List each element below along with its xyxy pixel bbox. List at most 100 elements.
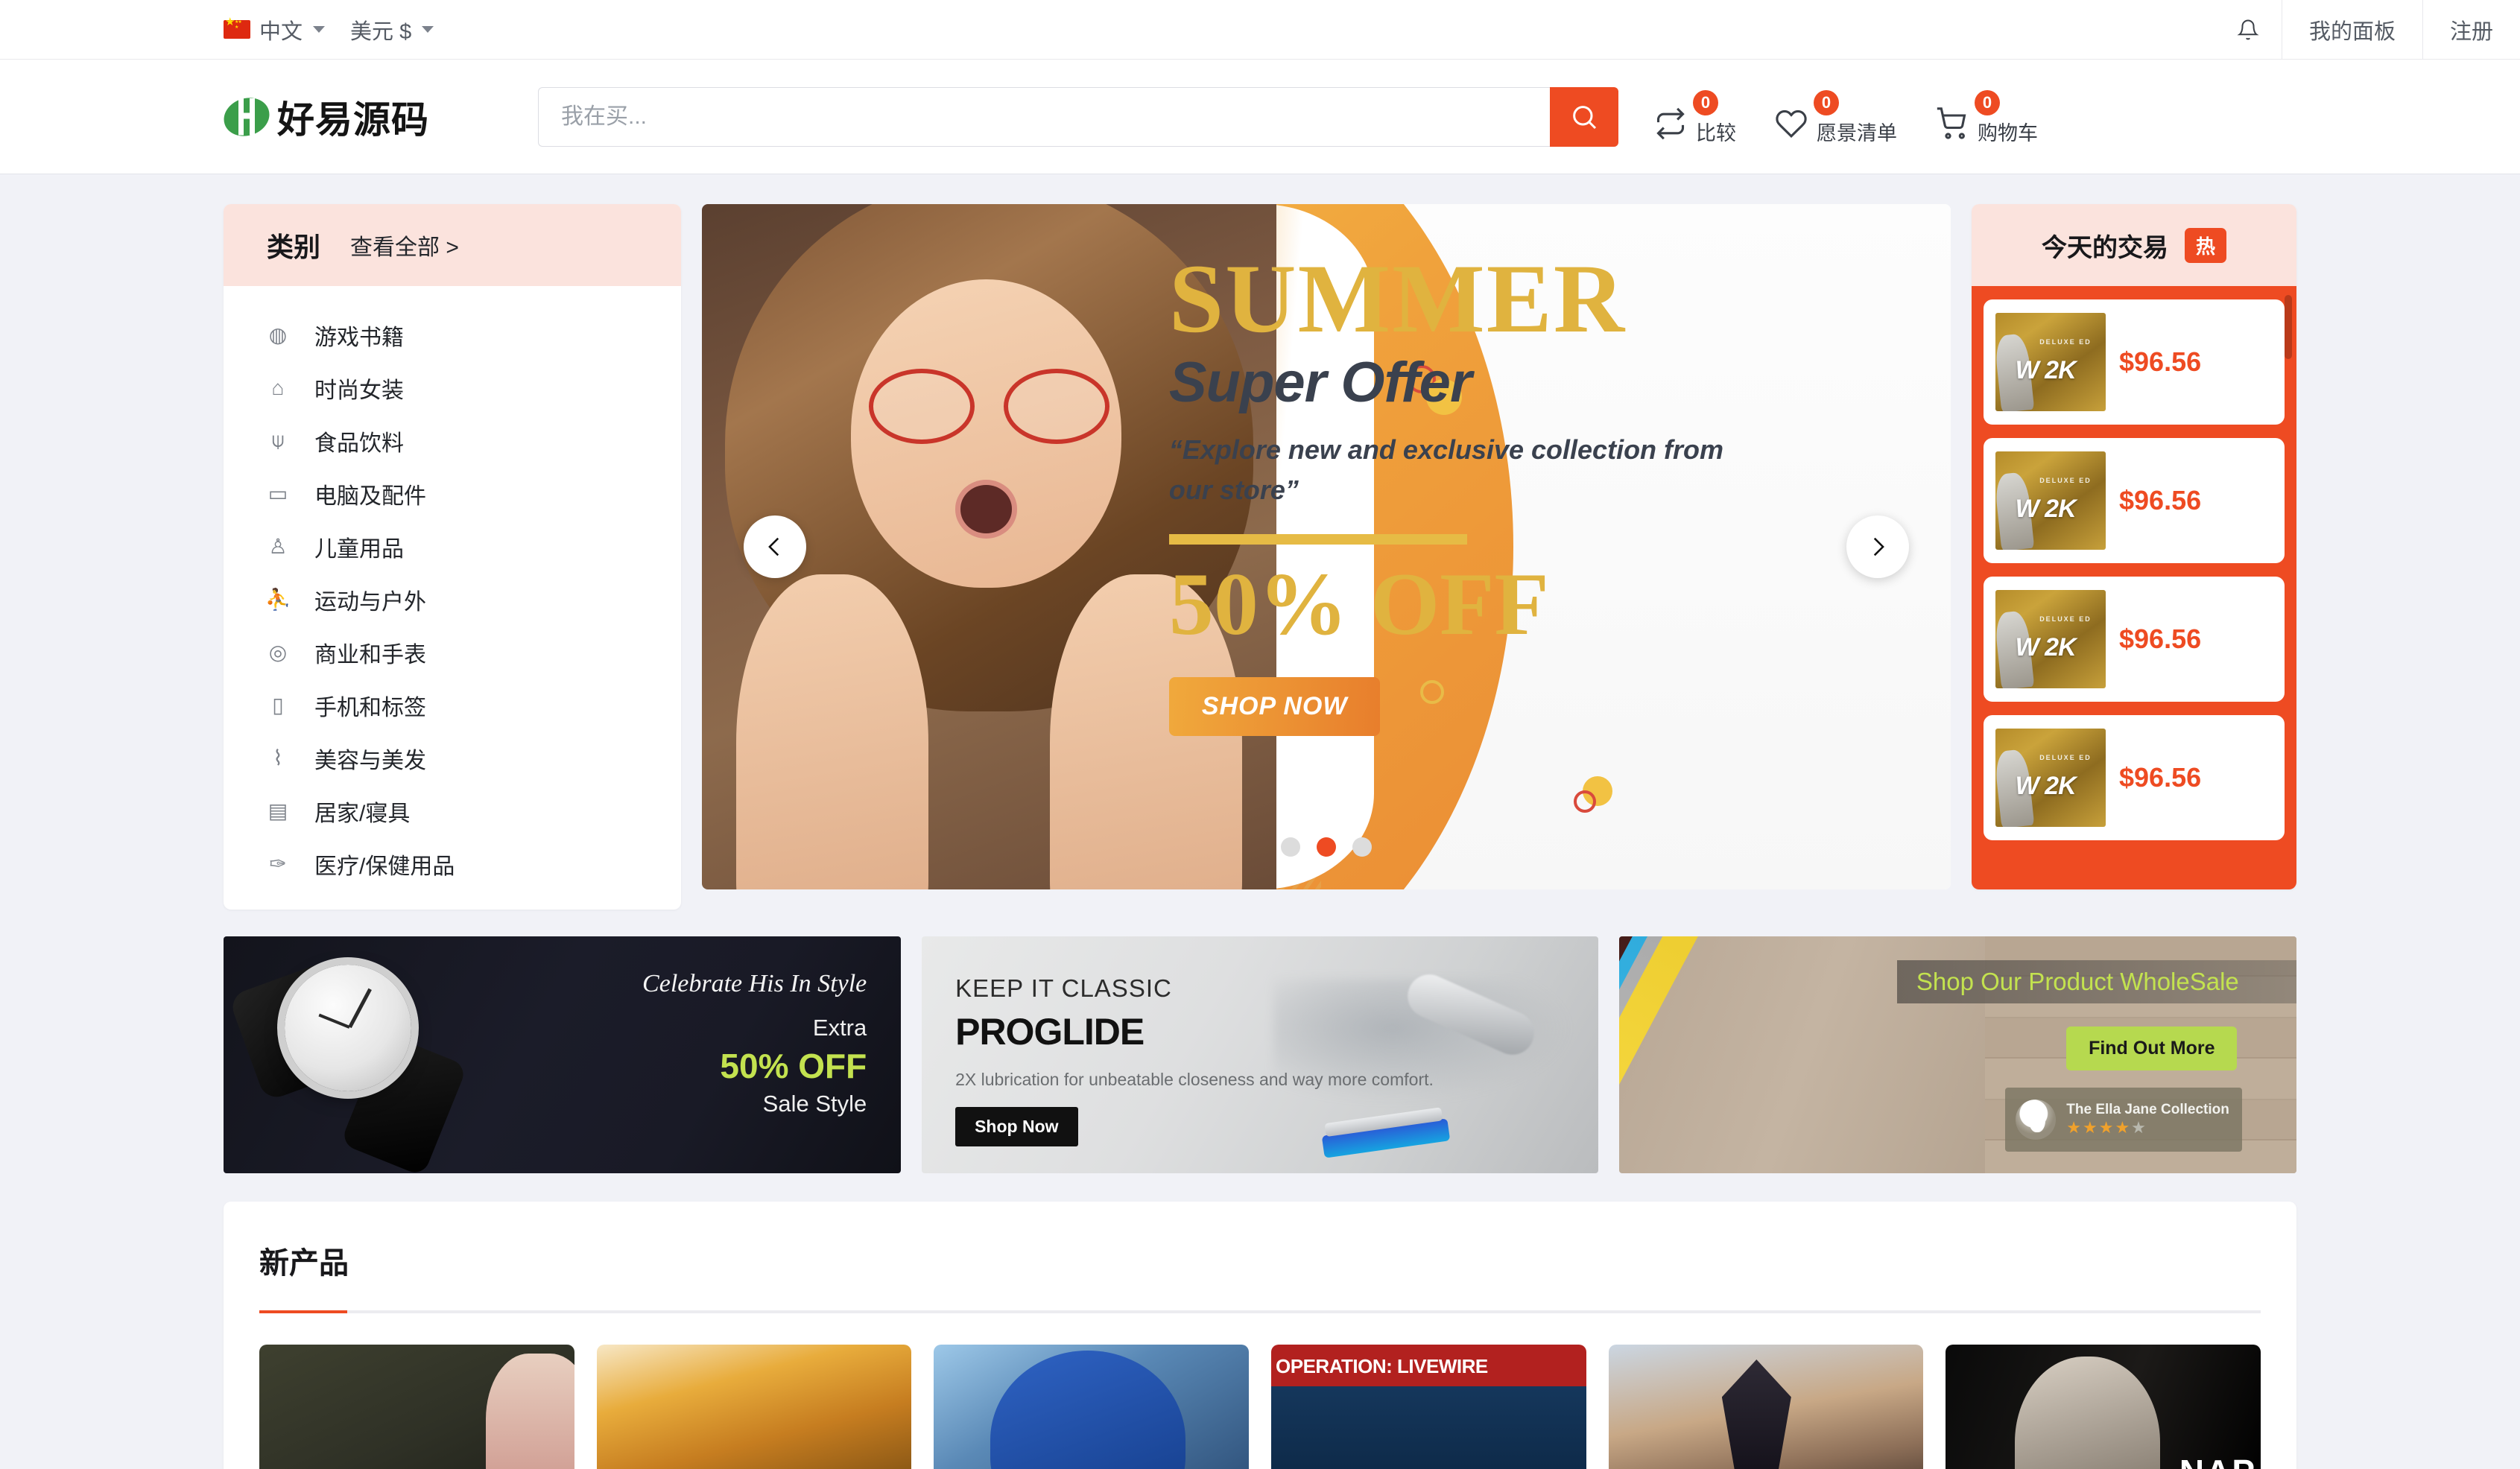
sidebar-item-phones-tablets[interactable]: ▯ 手机和标签 <box>224 679 681 732</box>
sidebar-item-kids[interactable]: ♙ 儿童用品 <box>224 520 681 573</box>
wholesale-title: Shop Our Product WholeSale <box>1896 959 2297 1003</box>
category-title: 类别 <box>267 232 321 262</box>
carousel-dot-1[interactable] <box>1281 837 1300 857</box>
deals-list[interactable]: DELUXE ED W 2K $96.56 DELUXE ED W 2K $96… <box>1972 286 2296 889</box>
deal-thumb-sub: DELUXE ED <box>2039 338 2092 346</box>
deal-item[interactable]: DELUXE ED W 2K $96.56 <box>1984 299 2285 425</box>
watch-promo-script: Celebrate His In Style <box>642 969 867 997</box>
collection-name: The Ella Jane Collection <box>2066 1102 2229 1118</box>
watch-promo-copy: Celebrate His In Style Extra 50% OFF Sal… <box>642 970 867 1117</box>
promo-banner-wholesale[interactable]: Shop Our Product WholeSale Find Out More… <box>1619 936 2297 1173</box>
deal-item[interactable]: DELUXE ED W 2K $96.56 <box>1984 438 2285 563</box>
deal-price: $96.56 <box>2119 762 2202 793</box>
sidebar-item-home-bedding[interactable]: ▤ 居家/寝具 <box>224 784 681 837</box>
product-card[interactable] <box>259 1345 574 1469</box>
razor-shop-now-button[interactable]: Shop Now <box>955 1106 1078 1146</box>
wishlist-label: 愿景清单 <box>1817 122 1897 145</box>
game-icon: ◍ <box>268 323 288 346</box>
site-logo[interactable]: 好易源码 <box>218 90 429 144</box>
sidebar-item-womens-fashion[interactable]: ⌂ 时尚女装 <box>224 361 681 414</box>
dress-icon: ⌂ <box>271 375 285 399</box>
product-card[interactable] <box>934 1345 1250 1469</box>
new-products-grid <box>259 1345 2261 1469</box>
category-view-all-link[interactable]: 查看全部 > <box>350 229 459 261</box>
compare-button[interactable]: 0 比较 <box>1651 90 1736 146</box>
wishlist-button[interactable]: 0 愿景清单 <box>1772 90 1897 145</box>
deal-item[interactable]: DELUXE ED W 2K $96.56 <box>1984 577 2285 702</box>
carousel-next-button[interactable] <box>1846 515 1909 578</box>
notifications-button[interactable] <box>2215 0 2282 59</box>
register-link[interactable]: 注册 <box>2422 0 2520 59</box>
sidebar-item-food-drinks[interactable]: ⍦ 食品饮料 <box>224 414 681 467</box>
deal-item[interactable]: DELUXE ED W 2K $96.56 <box>1984 715 2285 840</box>
deals-title: 今天的交易 <box>2041 233 2168 262</box>
watch-promo-discount: 50% OFF <box>720 1046 867 1085</box>
category-label: 时尚女装 <box>314 378 404 403</box>
language-label: 中文 <box>259 19 303 44</box>
product-card[interactable] <box>596 1345 912 1469</box>
sidebar-item-medical-health[interactable]: ✑ 医疗/保健用品 <box>224 837 681 890</box>
cart-button[interactable]: 0 购物车 <box>1933 90 2038 145</box>
category-label: 美容与美发 <box>314 748 426 773</box>
deals-scrollbar-thumb[interactable] <box>2285 295 2292 359</box>
razor-eyebrow: KEEP IT CLASSIC <box>955 974 1172 1002</box>
carousel-prev-button[interactable] <box>744 515 806 578</box>
cart-count-badge: 0 <box>1975 90 2000 115</box>
hero-summer-headline: SUMMER <box>1168 252 1627 346</box>
my-panel-link[interactable]: 我的面板 <box>2281 0 2422 59</box>
wholesale-find-out-more-button[interactable]: Find Out More <box>2066 1026 2238 1070</box>
hero-decor-ring-red-2 <box>1573 790 1596 813</box>
product-card[interactable] <box>1946 1345 2261 1469</box>
monitor-icon: ▭ <box>267 482 288 505</box>
site-header: 好易源码 0 比较 <box>0 60 2520 174</box>
hero-divider <box>1168 533 1467 545</box>
promo-banner-watch[interactable]: Celebrate His In Style Extra 50% OFF Sal… <box>224 936 901 1173</box>
collection-info: The Ella Jane Collection ★★★★★ <box>2066 1102 2232 1138</box>
compare-text: 0 比较 <box>1693 90 1736 146</box>
sidebar-item-business-watches[interactable]: ◎ 商业和手表 <box>224 626 681 679</box>
deal-price: $96.56 <box>2119 346 2202 377</box>
category-label: 商业和手表 <box>314 642 426 667</box>
deals-hot-badge: 热 <box>2184 227 2226 263</box>
category-label: 手机和标签 <box>314 695 426 720</box>
logo-text: 好易源码 <box>277 98 429 141</box>
carousel-dot-2[interactable] <box>1317 837 1336 857</box>
category-label: 食品饮料 <box>314 431 404 456</box>
deal-thumbnail: DELUXE ED W 2K <box>1995 313 2106 411</box>
collection-card: The Ella Jane Collection ★★★★★ <box>2005 1088 2243 1152</box>
new-products-section: 新产品 <box>224 1202 2296 1469</box>
carousel-dots <box>1281 837 1372 857</box>
product-card[interactable] <box>1608 1345 1924 1469</box>
wishlist-count-badge: 0 <box>1814 90 1839 115</box>
register-label: 注册 <box>2449 19 2493 44</box>
hero-shop-now-button[interactable]: SHOP NOW <box>1168 676 1381 736</box>
sidebar-item-beauty-hair[interactable]: ⌇ 美容与美发 <box>224 732 681 784</box>
product-card[interactable] <box>1271 1345 1586 1469</box>
sidebar-item-sports-outdoor[interactable]: ⛹ 运动与户外 <box>224 573 681 626</box>
carousel-dot-3[interactable] <box>1352 837 1372 857</box>
deal-price: $96.56 <box>2119 485 2202 515</box>
sidebar-item-games-books[interactable]: ◍ 游戏书籍 <box>224 308 681 361</box>
category-label: 游戏书籍 <box>314 325 404 350</box>
hero-quote: “Explore new and exclusive collection fr… <box>1168 434 1724 505</box>
sidebar-item-computers[interactable]: ▭ 电脑及配件 <box>224 467 681 520</box>
deal-thumb-title: W 2K <box>2015 633 2077 662</box>
language-selector[interactable]: 中文 <box>224 14 326 45</box>
razor-promo-copy: KEEP IT CLASSIC PROGLIDE 2X lubrication … <box>955 974 1434 1146</box>
search-button[interactable] <box>1550 86 1618 147</box>
currency-selector[interactable]: 美元 $ <box>350 14 434 45</box>
deal-price: $96.56 <box>2119 624 2202 654</box>
category-panel-header: 类别 查看全部 > <box>224 204 681 286</box>
search-input[interactable] <box>538 86 1550 147</box>
topbar-left-group: 中文 美元 $ <box>0 0 434 59</box>
category-panel: 类别 查看全部 > ◍ 游戏书籍 ⌂ 时尚女装 ⍦ 食品饮料 ▭ 电脑及配件 ♙… <box>224 204 681 910</box>
category-list: ◍ 游戏书籍 ⌂ 时尚女装 ⍦ 食品饮料 ▭ 电脑及配件 ♙ 儿童用品 ⛹ 运动… <box>224 286 681 910</box>
watch-promo-style: Sale Style <box>762 1090 867 1117</box>
deal-thumb-sub: DELUXE ED <box>2039 615 2092 624</box>
top-utility-bar: 中文 美元 $ 我的面板 注册 <box>0 0 2520 60</box>
promo-banner-razor[interactable]: KEEP IT CLASSIC PROGLIDE 2X lubrication … <box>921 936 1599 1173</box>
watch-promo-extra: Extra <box>812 1014 867 1041</box>
razor-subtitle: 2X lubrication for unbeatable closeness … <box>955 1069 1434 1089</box>
chevron-left-icon <box>768 537 779 556</box>
hero-carousel: SUMMER Super Offer “Explore new and excl… <box>702 204 1951 889</box>
